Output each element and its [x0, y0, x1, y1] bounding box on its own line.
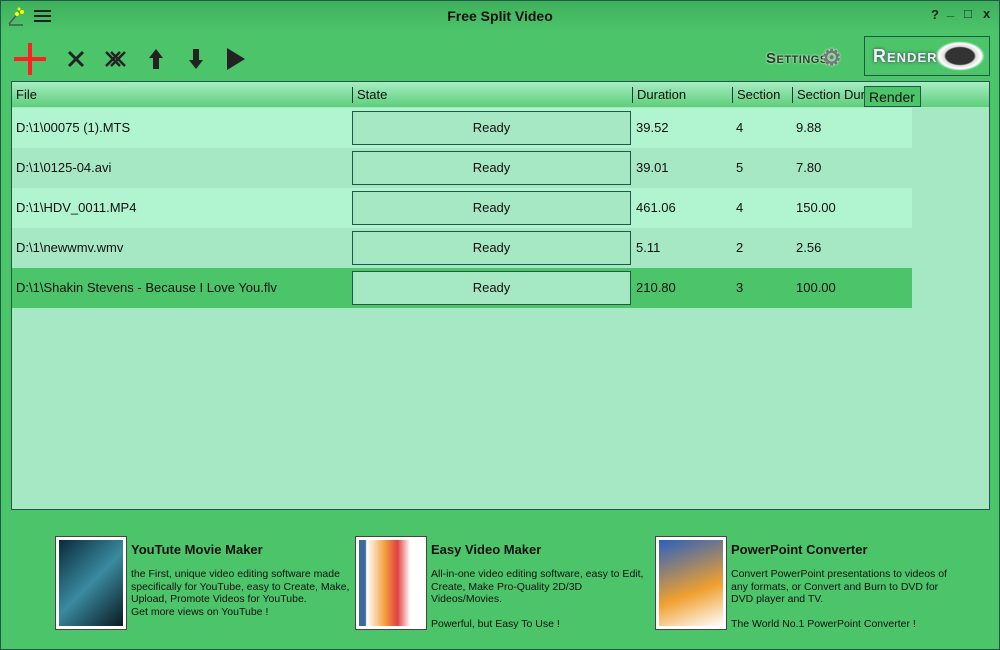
table-row[interactable]: D:\1\newwmv.wmv Ready 5.11 2 2.56: [12, 228, 912, 268]
play-icon: [227, 48, 245, 70]
table-header: File State Duration Section Section Dura…: [12, 82, 989, 107]
render-tooltip: Render: [864, 86, 921, 107]
move-down-icon: [189, 49, 203, 69]
section-cell: 4: [736, 120, 744, 135]
section-duration-cell: 2.56: [796, 240, 822, 255]
state-cell: Ready: [352, 231, 631, 265]
help-button[interactable]: ?: [931, 7, 939, 22]
section-cell: 3: [736, 280, 744, 295]
file-cell: D:\1\newwmv.wmv: [16, 240, 124, 255]
play-button[interactable]: [223, 41, 249, 77]
remove-all-icon: [105, 51, 126, 67]
duration-cell: 461.06: [636, 200, 676, 215]
section-cell: 4: [736, 200, 744, 215]
settings-button[interactable]: Settings ⚙: [766, 43, 856, 73]
section-duration-cell: 150.00: [796, 200, 836, 215]
file-cell: D:\1\0125-04.avi: [16, 160, 112, 175]
column-state[interactable]: State: [352, 87, 632, 103]
promo-description: Convert PowerPoint presentations to vide…: [731, 568, 947, 631]
promo-0[interactable]: YouTute Movie Maker the First, unique vi…: [55, 536, 349, 631]
move-down-button[interactable]: [184, 41, 208, 77]
promo-title[interactable]: Easy Video Maker: [431, 542, 541, 557]
file-table: File State Duration Section Section Dura…: [11, 81, 990, 510]
table-row[interactable]: D:\1\00075 (1).MTS Ready 39.52 4 9.88: [12, 108, 912, 148]
duration-cell: 39.01: [636, 160, 669, 175]
remove-all-button[interactable]: [101, 41, 131, 77]
promo-title[interactable]: YouTute Movie Maker: [131, 542, 263, 557]
promo-description: All-in-one video editing software, easy …: [431, 568, 644, 631]
section-duration-cell: 9.88: [796, 120, 822, 135]
column-section[interactable]: Section: [732, 87, 792, 103]
remove-icon: [67, 50, 85, 68]
file-cell: D:\1\00075 (1).MTS: [16, 120, 131, 135]
maximize-button[interactable]: □: [964, 6, 972, 21]
app-window: Free Split Video ? _ □ x Settings ⚙ Rend…: [0, 0, 1000, 650]
add-icon: [14, 43, 46, 75]
render-button[interactable]: Render: [864, 36, 990, 76]
table-row[interactable]: D:\1\HDV_0011.MP4 Ready 461.06 4 150.00: [12, 188, 912, 228]
promo-1[interactable]: Easy Video Maker All-in-one video editin…: [355, 536, 645, 631]
duration-cell: 210.80: [636, 280, 676, 295]
state-cell: Ready: [352, 151, 631, 185]
table-row[interactable]: D:\1\Shakin Stevens - Because I Love You…: [12, 268, 912, 308]
section-duration-cell: 100.00: [796, 280, 836, 295]
section-duration-cell: 7.80: [796, 160, 822, 175]
product-box-image: [355, 536, 427, 630]
move-up-button[interactable]: [144, 41, 168, 77]
gear-icon: ⚙: [821, 45, 842, 70]
section-cell: 5: [736, 160, 744, 175]
render-label: Render: [873, 46, 938, 66]
title-bar: Free Split Video ? _ □ x: [1, 1, 999, 31]
table-row[interactable]: D:\1\0125-04.avi Ready 39.01 5 7.80: [12, 148, 912, 188]
promo-2[interactable]: PowerPoint Converter Convert PowerPoint …: [655, 536, 947, 631]
remove-button[interactable]: [63, 41, 89, 77]
section-cell: 2: [736, 240, 744, 255]
column-duration[interactable]: Duration: [632, 87, 732, 103]
duration-cell: 39.52: [636, 120, 669, 135]
window-title: Free Split Video: [447, 8, 553, 24]
file-cell: D:\1\HDV_0011.MP4: [16, 200, 137, 215]
film-reel-icon: [935, 41, 985, 71]
add-button[interactable]: [11, 41, 49, 77]
product-box-image: [55, 536, 127, 630]
state-cell: Ready: [352, 191, 631, 225]
promo-title[interactable]: PowerPoint Converter: [731, 542, 868, 557]
duration-cell: 5.11: [636, 240, 661, 255]
column-file[interactable]: File: [12, 87, 352, 103]
minimize-button[interactable]: _: [947, 3, 954, 18]
move-up-icon: [149, 49, 163, 69]
file-cell: D:\1\Shakin Stevens - Because I Love You…: [16, 280, 277, 295]
product-box-image: [655, 536, 727, 630]
close-button[interactable]: x: [983, 6, 990, 21]
state-cell: Ready: [352, 271, 631, 305]
settings-label: Settings: [766, 49, 828, 67]
state-cell: Ready: [352, 111, 631, 145]
promo-description: the First, unique video editing software…: [131, 568, 350, 618]
